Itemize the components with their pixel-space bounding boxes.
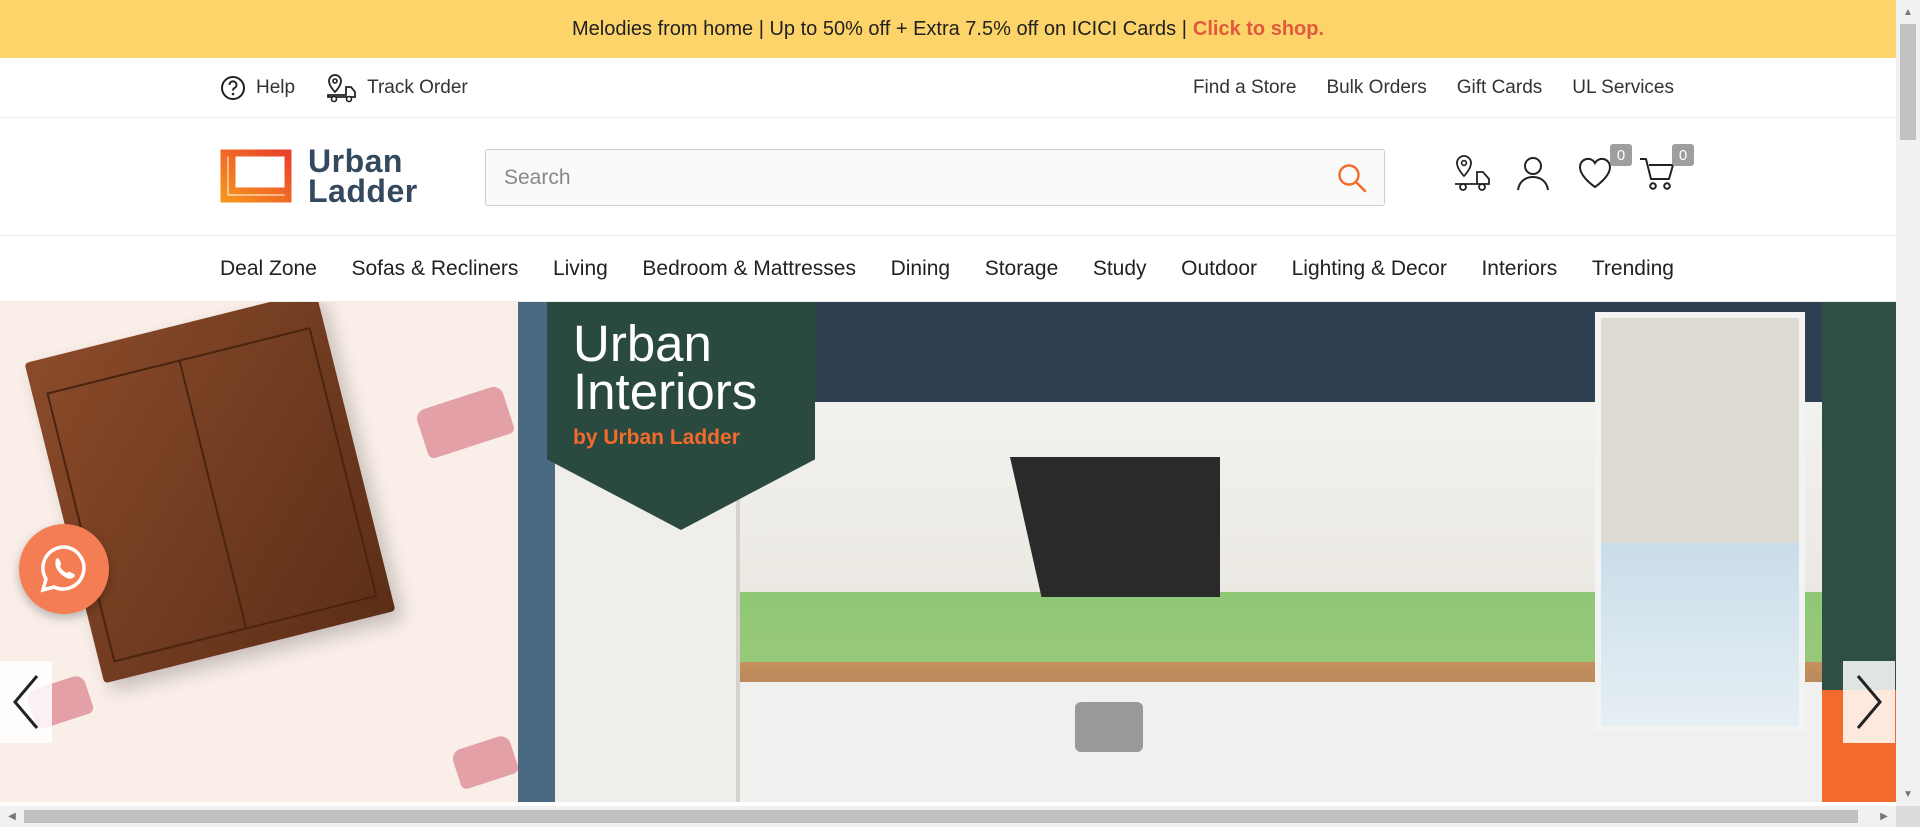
cart-count-badge: 0 (1672, 144, 1694, 166)
wishlist-button[interactable]: 0 (1576, 144, 1632, 192)
nav-sofas-recliners[interactable]: Sofas & Recliners (351, 257, 518, 281)
track-order-link[interactable]: Track Order (325, 73, 468, 103)
search-icon[interactable] (1336, 162, 1368, 194)
vertical-scroll-thumb[interactable] (1900, 24, 1916, 140)
bulk-orders-link[interactable]: Bulk Orders (1326, 77, 1426, 99)
nav-interiors[interactable]: Interiors (1481, 257, 1557, 281)
banner-subtitle: by Urban Ladder (573, 426, 740, 449)
category-nav: Deal Zone Sofas & Recliners Living Bedro… (0, 236, 1896, 302)
help-icon (221, 76, 245, 100)
vertical-scrollbar[interactable]: ▲ ▼ (1896, 0, 1920, 806)
chevron-left-icon (13, 675, 39, 729)
nav-trending[interactable]: Trending (1592, 257, 1674, 281)
track-order-label: Track Order (367, 77, 468, 98)
sofa-pattern-icon (414, 384, 516, 460)
scroll-down-arrow-icon[interactable]: ▼ (1896, 784, 1920, 804)
user-icon (1517, 157, 1549, 191)
nav-storage[interactable]: Storage (985, 257, 1059, 281)
help-link[interactable]: Help (220, 75, 295, 101)
cart-icon (1640, 158, 1674, 190)
nav-bedroom-mattresses[interactable]: Bedroom & Mattresses (642, 257, 856, 281)
wishlist-count-badge: 0 (1610, 144, 1632, 166)
urban-ladder-logo[interactable]: Urban Ladder (220, 143, 418, 209)
search-bar[interactable] (485, 149, 1385, 206)
nav-outdoor[interactable]: Outdoor (1181, 257, 1257, 281)
kitchen-window (1595, 312, 1805, 732)
whatsapp-button[interactable] (19, 524, 109, 614)
kitchen-chimney (1010, 457, 1220, 597)
find-a-store-link[interactable]: Find a Store (1193, 77, 1297, 99)
nav-lighting-decor[interactable]: Lighting & Decor (1292, 257, 1447, 281)
help-label: Help (256, 77, 296, 98)
account-button[interactable] (1514, 154, 1552, 192)
carousel-prev-button[interactable] (0, 661, 52, 743)
track-order-icon (327, 74, 356, 103)
delivery-truck-icon (1455, 155, 1490, 191)
logo-mark-icon (220, 149, 292, 203)
logo-line2: Ladder (308, 173, 418, 209)
nav-living[interactable]: Living (553, 257, 608, 281)
promo-text: Melodies from home | Up to 50% off + Ext… (571, 17, 1187, 40)
carousel-next-button[interactable] (1843, 661, 1895, 743)
scrollbar-corner (1896, 806, 1920, 827)
delivery-location-button[interactable] (1452, 154, 1490, 192)
promo-cta-link[interactable]: Click to shop. (1193, 18, 1324, 41)
ul-services-link[interactable]: UL Services (1572, 77, 1674, 99)
nav-study[interactable]: Study (1093, 257, 1147, 281)
search-input[interactable] (502, 164, 1336, 191)
banner-title-line1: Urban (573, 315, 712, 372)
promo-bar[interactable]: Melodies from home | Up to 50% off + Ext… (0, 0, 1896, 58)
sofa-pattern-icon (450, 733, 520, 791)
horizontal-scrollbar[interactable]: ◀ ▶ (0, 806, 1896, 827)
whatsapp-icon (40, 545, 86, 593)
gift-cards-link[interactable]: Gift Cards (1457, 77, 1543, 99)
cabinet-image (24, 302, 396, 684)
utility-bar: Help Track Order Find a Store Bulk Order… (0, 58, 1896, 118)
hero-carousel[interactable]: Urban Interiors by Urban Ladder (0, 302, 1896, 802)
scroll-up-arrow-icon[interactable]: ▲ (1896, 2, 1920, 22)
horizontal-scroll-thumb[interactable] (24, 810, 1858, 823)
kitchen-pot (1075, 702, 1143, 752)
cart-button[interactable]: 0 (1638, 144, 1694, 192)
scroll-right-arrow-icon[interactable]: ▶ (1874, 806, 1894, 827)
heart-icon (1578, 157, 1612, 189)
chevron-right-icon (1856, 675, 1882, 729)
banner-title-line2: Interiors (573, 363, 758, 420)
main-header: Urban Ladder 0 0 (0, 118, 1896, 236)
scroll-left-arrow-icon[interactable]: ◀ (2, 806, 22, 827)
nav-dining[interactable]: Dining (891, 257, 951, 281)
logo-line1: Urban (308, 143, 403, 179)
nav-deal-zone[interactable]: Deal Zone (220, 257, 317, 281)
